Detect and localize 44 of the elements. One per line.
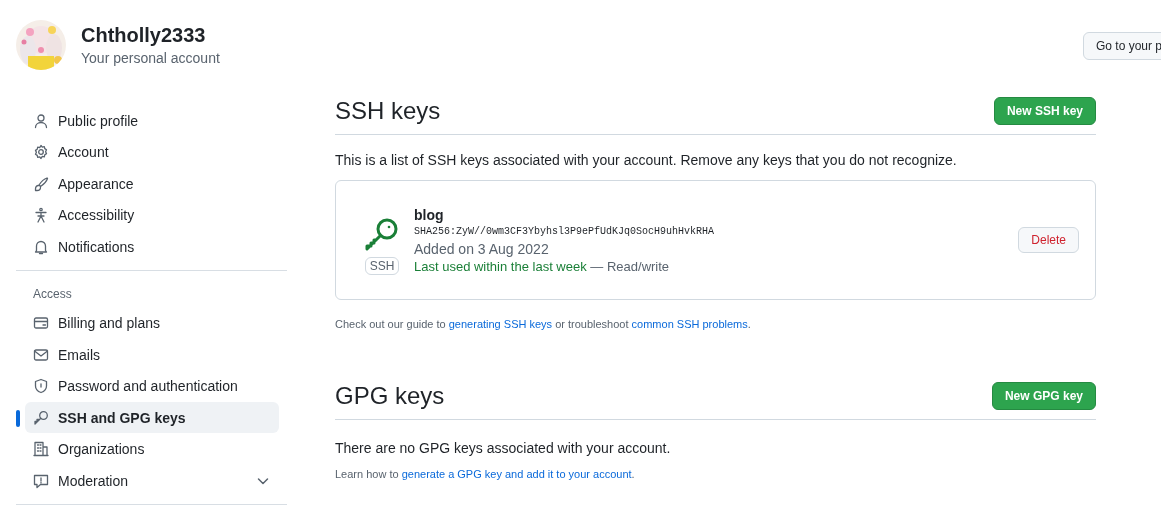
sidebar-item[interactable]: Emails xyxy=(25,339,279,371)
key-icon xyxy=(364,217,400,253)
sidebar-item[interactable]: SSH and GPG keys xyxy=(25,402,279,434)
sidebar-item[interactable]: Organizations xyxy=(25,433,279,465)
shield-icon xyxy=(33,378,49,395)
sidebar-item[interactable]: Moderation xyxy=(25,465,279,497)
section-title: SSH keys xyxy=(335,97,441,125)
account-subtitle: Your personal account xyxy=(81,50,220,66)
guide-link[interactable]: common SSH problems xyxy=(631,318,748,330)
added-date: Added on 3 Aug 2022 xyxy=(414,240,550,257)
delete-button[interactable]: Delete xyxy=(1018,227,1079,253)
description-text: This is a list of SSH keys associated with your account. Remove any keys that you do not recognize. xyxy=(335,152,958,168)
key-fingerprint: SHA256:ZyW//0wm3CF3Ybyhsl3P9ePfUdKJq0SocH9uhHvkRHA xyxy=(414,225,716,237)
bell-icon xyxy=(33,238,49,255)
sidebar-item[interactable]: Billing and plans xyxy=(25,307,279,339)
key-type-label: SSH xyxy=(364,257,400,275)
report-icon xyxy=(33,472,49,489)
sidebar-item[interactable]: Appearance xyxy=(25,168,279,200)
section-title: GPG keys xyxy=(335,382,445,410)
profile-button[interactable]: Go to your p xyxy=(1083,32,1161,60)
access-text: — Read/write xyxy=(590,258,670,274)
section-heading: Access xyxy=(32,285,73,303)
person-icon xyxy=(33,112,49,129)
brush-icon xyxy=(33,175,49,192)
description-text: There are no GPG keys associated with your account. xyxy=(335,440,672,456)
guide-text: Learn how to generate a GPG key and add it to your account. xyxy=(335,468,636,480)
building-icon xyxy=(33,441,49,458)
account-name: Chtholly2333 xyxy=(81,24,207,47)
sidebar-item[interactable]: Public profile xyxy=(25,105,279,137)
credit-card-icon xyxy=(33,315,49,332)
sidebar-item[interactable]: Accessibility xyxy=(25,199,279,231)
selection-bar xyxy=(16,410,20,427)
guide-link[interactable]: generating SSH keys xyxy=(448,318,553,330)
last-used-text: Last used within the last week xyxy=(414,258,587,274)
gear-icon xyxy=(33,144,49,161)
guide-link[interactable]: generate a GPG key and add it to your account xyxy=(401,468,632,480)
accessibility-icon xyxy=(33,207,49,224)
sidebar-item[interactable]: Password and authentication xyxy=(25,370,279,402)
key-icon xyxy=(33,409,49,426)
sidebar-item[interactable]: Account xyxy=(25,136,279,168)
key-name: blog xyxy=(414,206,445,223)
guide-text: Check out our guide to generating SSH keys or troubleshoot common SSH problems. xyxy=(335,318,752,330)
mail-icon xyxy=(33,346,49,363)
sidebar-item[interactable]: Notifications xyxy=(25,231,279,263)
